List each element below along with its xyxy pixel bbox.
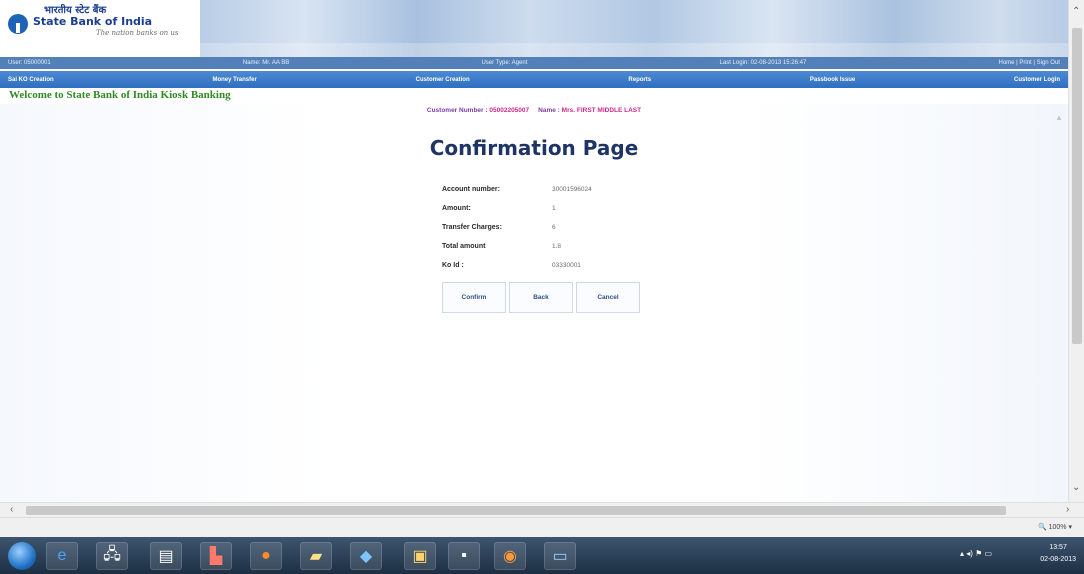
zoom-value: 100% xyxy=(1048,524,1067,531)
back-button[interactable]: Back xyxy=(509,282,573,313)
vertical-scrollbar[interactable]: ⌃ ⌄ xyxy=(1068,0,1084,502)
firefox-icon[interactable]: ● xyxy=(250,542,282,570)
scroll-down-arrow-icon[interactable]: ⌄ xyxy=(1072,482,1080,493)
detail-label: Account number: xyxy=(442,186,500,193)
confirmation-details: Account number: 30001596024 Amount: 1 Tr… xyxy=(442,180,642,275)
scroll-right-arrow-icon[interactable]: › xyxy=(1066,504,1069,515)
main-content: Customer Number : 05002205007 Name : Mrs… xyxy=(0,104,1068,502)
clock-time: 13:57 xyxy=(1049,544,1067,551)
sbi-logo[interactable]: भारतीय स्टेट बैंक State Bank of India Th… xyxy=(0,0,200,57)
menu-item-customer-creation[interactable]: Customer Creation xyxy=(416,77,470,83)
detail-label: Transfer Charges: xyxy=(442,224,502,231)
detail-value: 1.8 xyxy=(552,243,562,250)
window-icon[interactable]: ▭ xyxy=(544,542,576,570)
main-menu: Sai KO Creation Money Transfer Customer … xyxy=(0,71,1068,88)
browser-app-icon[interactable]: ◉ xyxy=(494,542,526,570)
horizontal-scroll-thumb[interactable] xyxy=(26,506,1006,515)
customer-info: Customer Number : 05002205007 Name : Mrs… xyxy=(0,107,1068,114)
detail-row: Ko Id : 03330001 xyxy=(442,256,642,275)
action-buttons: Confirm Back Cancel xyxy=(442,282,640,313)
scroll-up-arrow-icon[interactable]: ⌃ xyxy=(1072,6,1080,17)
menu-item-reports[interactable]: Reports xyxy=(628,77,651,83)
customer-name-value: Mrs. FIRST MIDDLE LAST xyxy=(561,107,642,114)
header-links[interactable]: Home | Print | Sign Out xyxy=(998,60,1059,66)
network-icon[interactable]: 🖧 xyxy=(96,542,128,570)
last-login: Last Login: 02-08-2013 15:26:47 xyxy=(719,60,807,66)
menu-item-passbook-issue[interactable]: Passbook Issue xyxy=(810,77,855,83)
detail-label: Total amount xyxy=(442,243,486,250)
detail-row: Transfer Charges: 6 xyxy=(442,218,642,237)
paint-icon[interactable]: ▙ xyxy=(200,542,232,570)
detail-row: Total amount 1.8 xyxy=(442,237,642,256)
windows-taskbar: e 🖧 ▤ ▙ ● ▰ ◆ ▣ ▪ ◉ ▭ ▴ ◂) ⚑ ▭ 13:57 02-… xyxy=(0,537,1084,574)
browser-window: भारतीय स्टेट बैंक State Bank of India Th… xyxy=(0,0,1084,574)
explorer-icon[interactable]: ▰ xyxy=(300,542,332,570)
page-title: Confirmation Page xyxy=(429,136,639,160)
detail-row: Amount: 1 xyxy=(442,199,642,218)
customer-number-value: 05002205007 xyxy=(489,107,530,114)
user-name: Name: Mr. AA BB xyxy=(242,60,290,66)
sbi-keyhole-icon xyxy=(8,14,28,34)
customer-name-label: Name : xyxy=(538,107,560,114)
start-button[interactable] xyxy=(8,542,36,570)
menu-item-kiosk-creation[interactable]: Sai KO Creation xyxy=(8,77,54,83)
user-id: User: 05000001 xyxy=(8,60,51,66)
logo-tagline: The nation banks on us xyxy=(96,29,179,37)
detail-row: Account number: 30001596024 xyxy=(442,180,642,199)
detail-value: 03330001 xyxy=(552,262,581,269)
user-type: User Type: Agent xyxy=(481,60,528,66)
header-banner xyxy=(200,0,1068,57)
logo-bank-name: State Bank of India xyxy=(33,15,153,28)
detail-value: 30001596024 xyxy=(552,186,592,193)
file-icon[interactable]: ▣ xyxy=(404,542,436,570)
taskbar-clock[interactable]: 13:57 02-08-2013 xyxy=(1040,542,1076,566)
folder-icon[interactable]: ▤ xyxy=(150,542,182,570)
detail-value: 1 xyxy=(552,205,556,212)
detail-value: 6 xyxy=(552,224,556,231)
system-tray-icons[interactable]: ▴ ◂) ⚑ ▭ xyxy=(960,549,992,558)
customer-number-label: Customer Number : xyxy=(426,107,488,114)
site-header: भारतीय स्टेट बैंक State Bank of India Th… xyxy=(0,0,1068,57)
status-bar: 🔍 100% ▾ xyxy=(0,517,1084,537)
inner-scroll-up-icon[interactable]: ▲ xyxy=(1055,113,1063,122)
cancel-button[interactable]: Cancel xyxy=(576,282,640,313)
user-info-bar: User: 05000001 Name: Mr. AA BB User Type… xyxy=(0,57,1068,69)
logo-hindi-text: भारतीय स्टेट बैंक xyxy=(44,5,107,16)
scroll-left-arrow-icon[interactable]: ‹ xyxy=(10,504,13,515)
detail-label: Ko Id : xyxy=(442,262,464,269)
detail-label: Amount: xyxy=(442,205,471,212)
app-icon[interactable]: ◆ xyxy=(350,542,382,570)
vertical-scroll-thumb[interactable] xyxy=(1072,28,1082,344)
menu-item-money-transfer[interactable]: Money Transfer xyxy=(212,77,256,83)
clock-date: 02-08-2013 xyxy=(1040,556,1076,563)
welcome-text: Welcome to State Bank of India Kiosk Ban… xyxy=(9,89,231,101)
media-icon[interactable]: ▪ xyxy=(448,542,480,570)
menu-item-customer-login[interactable]: Customer Login xyxy=(1014,77,1060,83)
horizontal-scrollbar[interactable]: ‹ › xyxy=(0,502,1084,517)
confirm-button[interactable]: Confirm xyxy=(442,282,506,313)
internet-explorer-icon[interactable]: e xyxy=(46,542,78,570)
zoom-level[interactable]: 🔍 100% ▾ xyxy=(1038,523,1072,531)
